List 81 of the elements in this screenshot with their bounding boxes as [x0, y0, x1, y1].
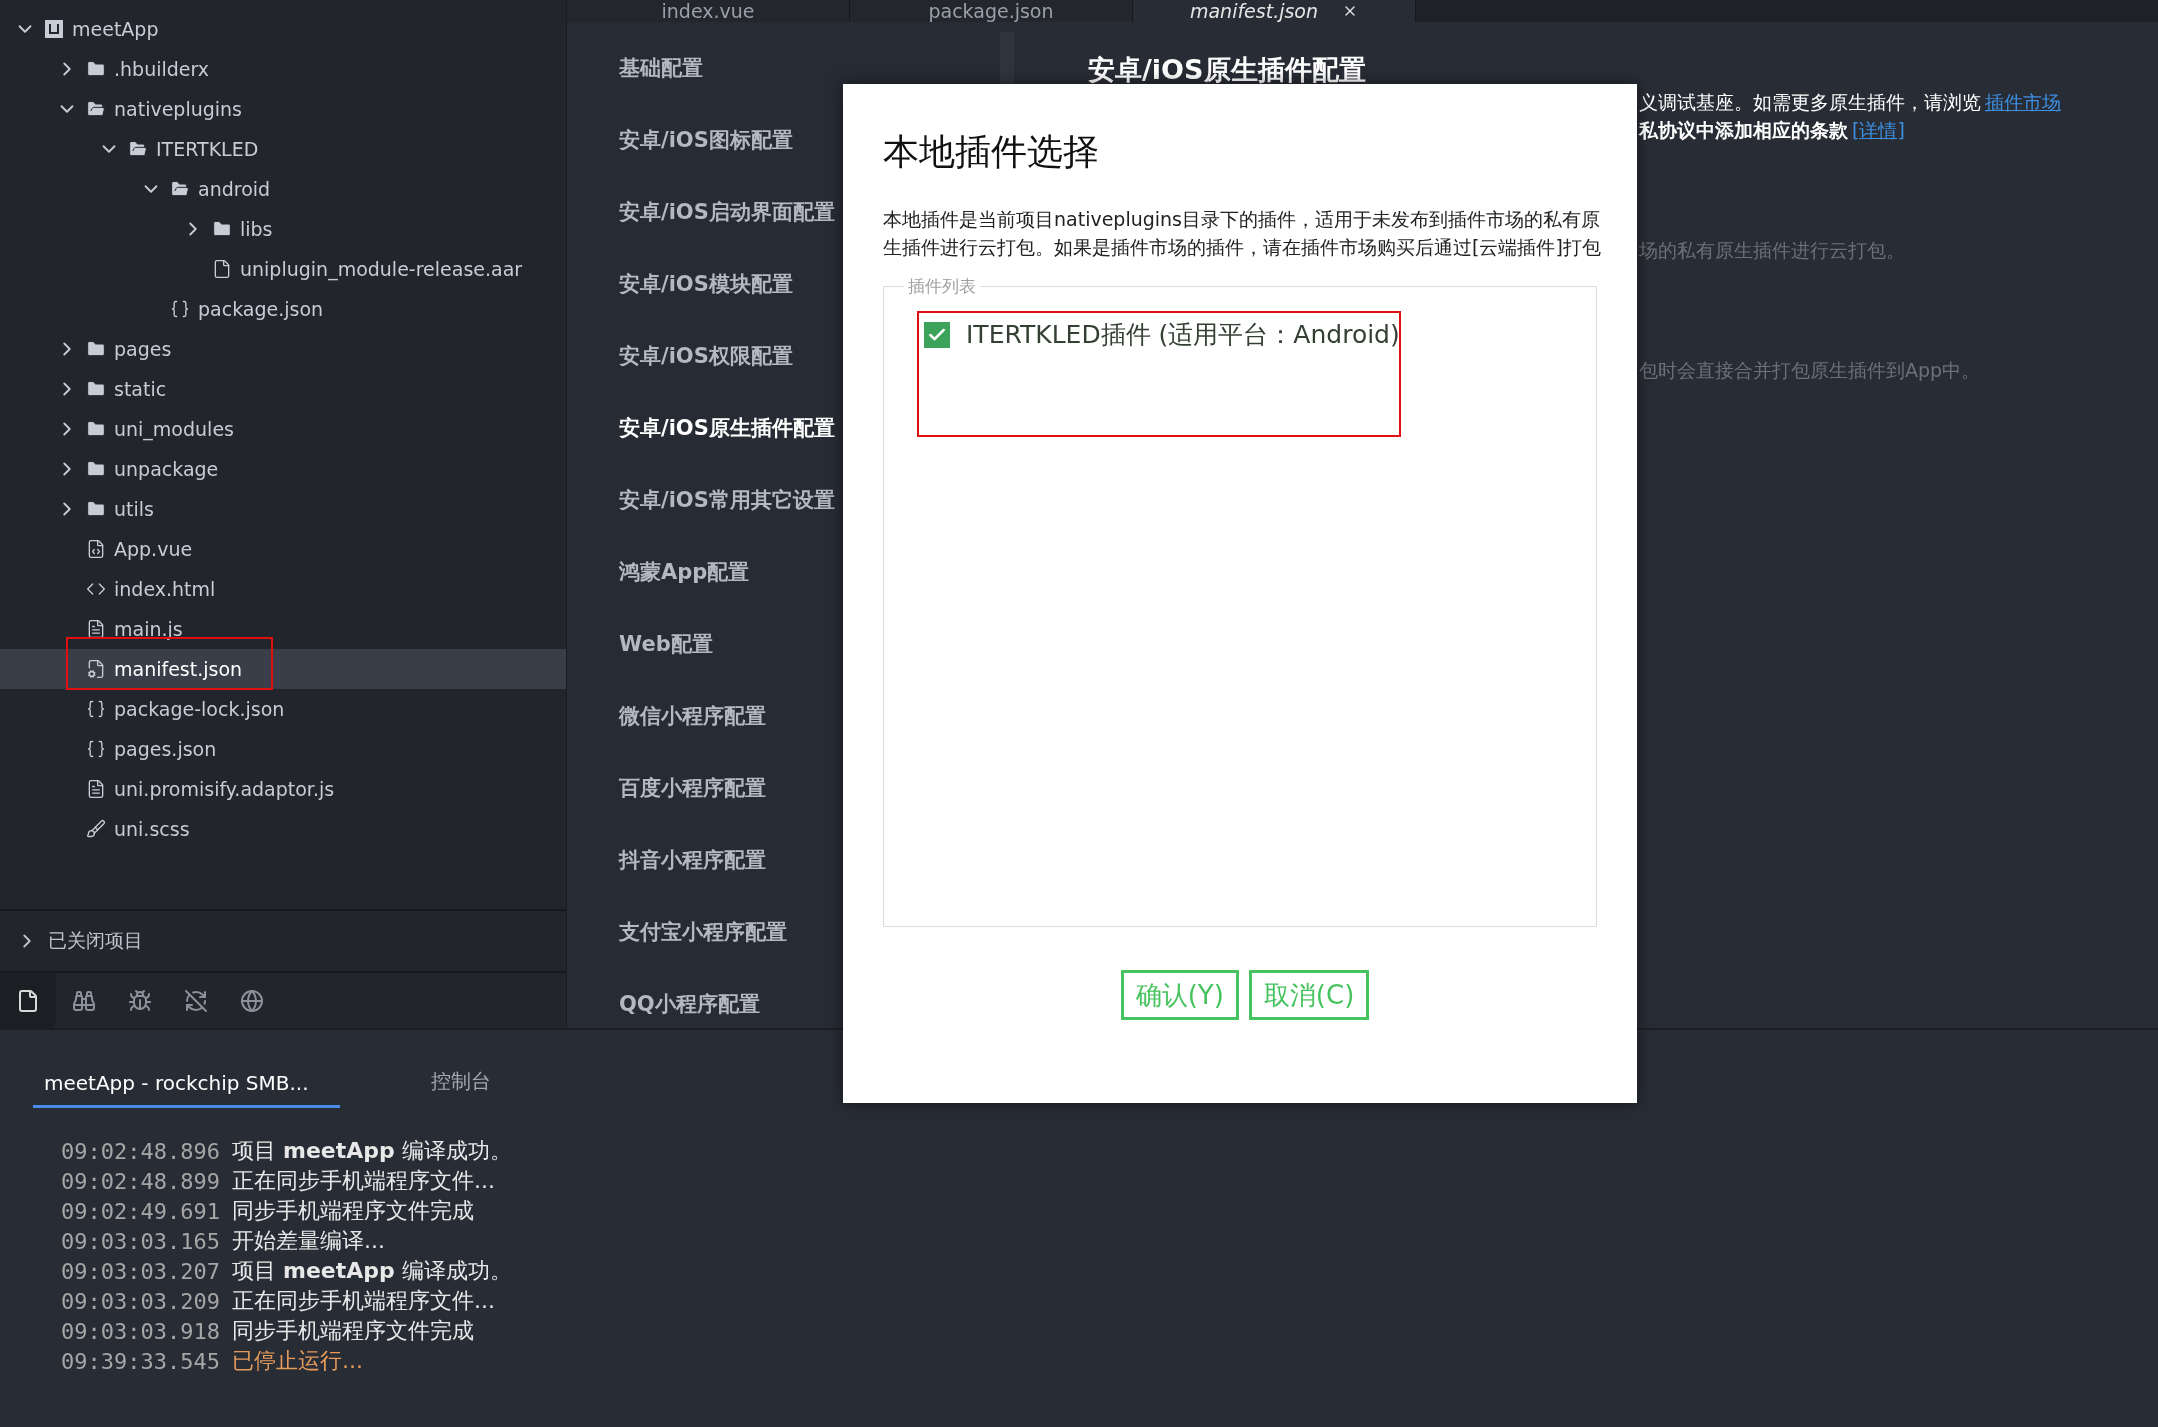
- console-tab[interactable]: 控制台: [420, 1068, 502, 1108]
- checkbox[interactable]: [924, 321, 950, 348]
- tree-item[interactable]: pages: [0, 329, 566, 369]
- log-message: 项目 meetApp 编译成功。: [231, 1137, 512, 1165]
- dialog-title: 本地插件选择: [883, 130, 1100, 174]
- log-message: 项目 meetApp 编译成功。: [231, 1257, 512, 1285]
- open-folder-icon: [128, 139, 148, 159]
- link[interactable]: [详情]: [1852, 119, 1905, 141]
- log-message: 同步手机端程序文件完成: [231, 1317, 474, 1345]
- globe-icon: [240, 988, 264, 1013]
- tree-item[interactable]: uniplugin_module-release.aar: [0, 249, 566, 289]
- log-time: 09:03:03.209: [61, 1288, 220, 1314]
- open-folder-icon: [170, 179, 190, 199]
- tree-item[interactable]: uni_modules: [0, 409, 566, 449]
- description-text: 场的私有原生插件进行云打包。: [1639, 238, 1906, 263]
- file-icon: [212, 259, 232, 279]
- tree-item[interactable]: android: [0, 169, 566, 209]
- description-text: 义调试基座。如需更多原生插件，请浏览 插件市场: [1639, 90, 2062, 115]
- tree-item[interactable]: ITERTKLED: [0, 129, 566, 169]
- tree-item[interactable]: main.js: [0, 609, 566, 649]
- section-heading: 安卓/iOS原生插件配置: [1088, 53, 1367, 87]
- file-icon: [86, 779, 106, 799]
- tree-item[interactable]: uni.scss: [0, 809, 566, 849]
- log-message: 已停止运行...: [231, 1347, 363, 1375]
- log-message: 正在同步手机端程序文件...: [231, 1167, 495, 1195]
- tree-item[interactable]: meetApp: [0, 9, 566, 49]
- tree-item[interactable]: package.json: [0, 289, 566, 329]
- tree-item[interactable]: index.html: [0, 569, 566, 609]
- braces-icon: [86, 739, 106, 759]
- editor-tab[interactable]: package.json: [850, 0, 1133, 22]
- tree-item[interactable]: manifest.json: [0, 649, 566, 689]
- braces-icon: [170, 299, 190, 319]
- console-tab[interactable]: meetApp - rockchip SMB...: [33, 1071, 340, 1108]
- log-time: 09:03:03.207: [61, 1258, 220, 1284]
- tree-item[interactable]: package-lock.json: [0, 689, 566, 729]
- description-text: 包时会直接合并打包原生插件到App中。: [1639, 358, 1982, 383]
- log-message: 开始差量编译...: [231, 1227, 385, 1255]
- braces-icon: [86, 699, 106, 719]
- dialog-description: 本地插件是当前项目nativeplugins目录下的插件，适用于未发布到插件市场的私有原生插件进行云打包。如果是插件市场的插件，请在插件市场购买后通过[云端插件]打包: [883, 207, 1602, 260]
- description-text: 私协议中添加相应的条款 [详情]: [1639, 118, 1906, 143]
- open-folder-icon: [86, 99, 106, 119]
- settings-file-icon: [86, 659, 106, 679]
- closed-projects-item[interactable]: 已关闭项目: [0, 909, 566, 971]
- sidebar-tool[interactable]: [0, 973, 56, 1028]
- log-time: 09:03:03.165: [61, 1228, 220, 1254]
- log-time: 09:39:33.545: [61, 1348, 220, 1374]
- file-icon: [86, 539, 106, 559]
- folder-icon: [86, 59, 106, 79]
- tree-item[interactable]: utils: [0, 489, 566, 529]
- file-icon: [16, 988, 40, 1013]
- tree-item[interactable]: pages.json: [0, 729, 566, 769]
- log-time: 09:02:48.899: [61, 1168, 220, 1194]
- file-icon: [86, 619, 106, 639]
- bug-icon: [128, 988, 152, 1013]
- folder-icon: [86, 499, 106, 519]
- tree-item[interactable]: .hbuilderx: [0, 49, 566, 89]
- tree-item[interactable]: static: [0, 369, 566, 409]
- folder-icon: [86, 379, 106, 399]
- tree-item[interactable]: unpackage: [0, 449, 566, 489]
- editor-tab[interactable]: index.vue: [567, 0, 850, 22]
- log-message: 同步手机端程序文件完成: [231, 1197, 474, 1225]
- tree-item[interactable]: libs: [0, 209, 566, 249]
- plugin-label: ITERTKLED插件 (适用平台：Android): [966, 319, 1400, 351]
- log-time: 09:02:48.896: [61, 1138, 220, 1164]
- settings-nav-item[interactable]: 基础配置: [567, 32, 1000, 104]
- folder-icon: [86, 419, 106, 439]
- editor-tab[interactable]: manifest.json: [1133, 0, 1416, 22]
- link[interactable]: 插件市场: [1985, 91, 2061, 113]
- group-label: 插件列表: [907, 275, 977, 298]
- folder-icon: [86, 339, 106, 359]
- brush-icon: [86, 819, 106, 839]
- project-icon: [44, 19, 64, 39]
- folder-icon: [212, 219, 232, 239]
- tree-item[interactable]: nativeplugins: [0, 89, 566, 129]
- binoculars-icon: [72, 988, 96, 1013]
- log-message: 正在同步手机端程序文件...: [231, 1287, 495, 1315]
- tree-item[interactable]: uni.promisify.adaptor.js: [0, 769, 566, 809]
- log-time: 09:03:03.918: [61, 1318, 220, 1344]
- tree-item[interactable]: App.vue: [0, 529, 566, 569]
- folder-icon: [86, 459, 106, 479]
- log-time: 09:02:49.691: [61, 1198, 220, 1224]
